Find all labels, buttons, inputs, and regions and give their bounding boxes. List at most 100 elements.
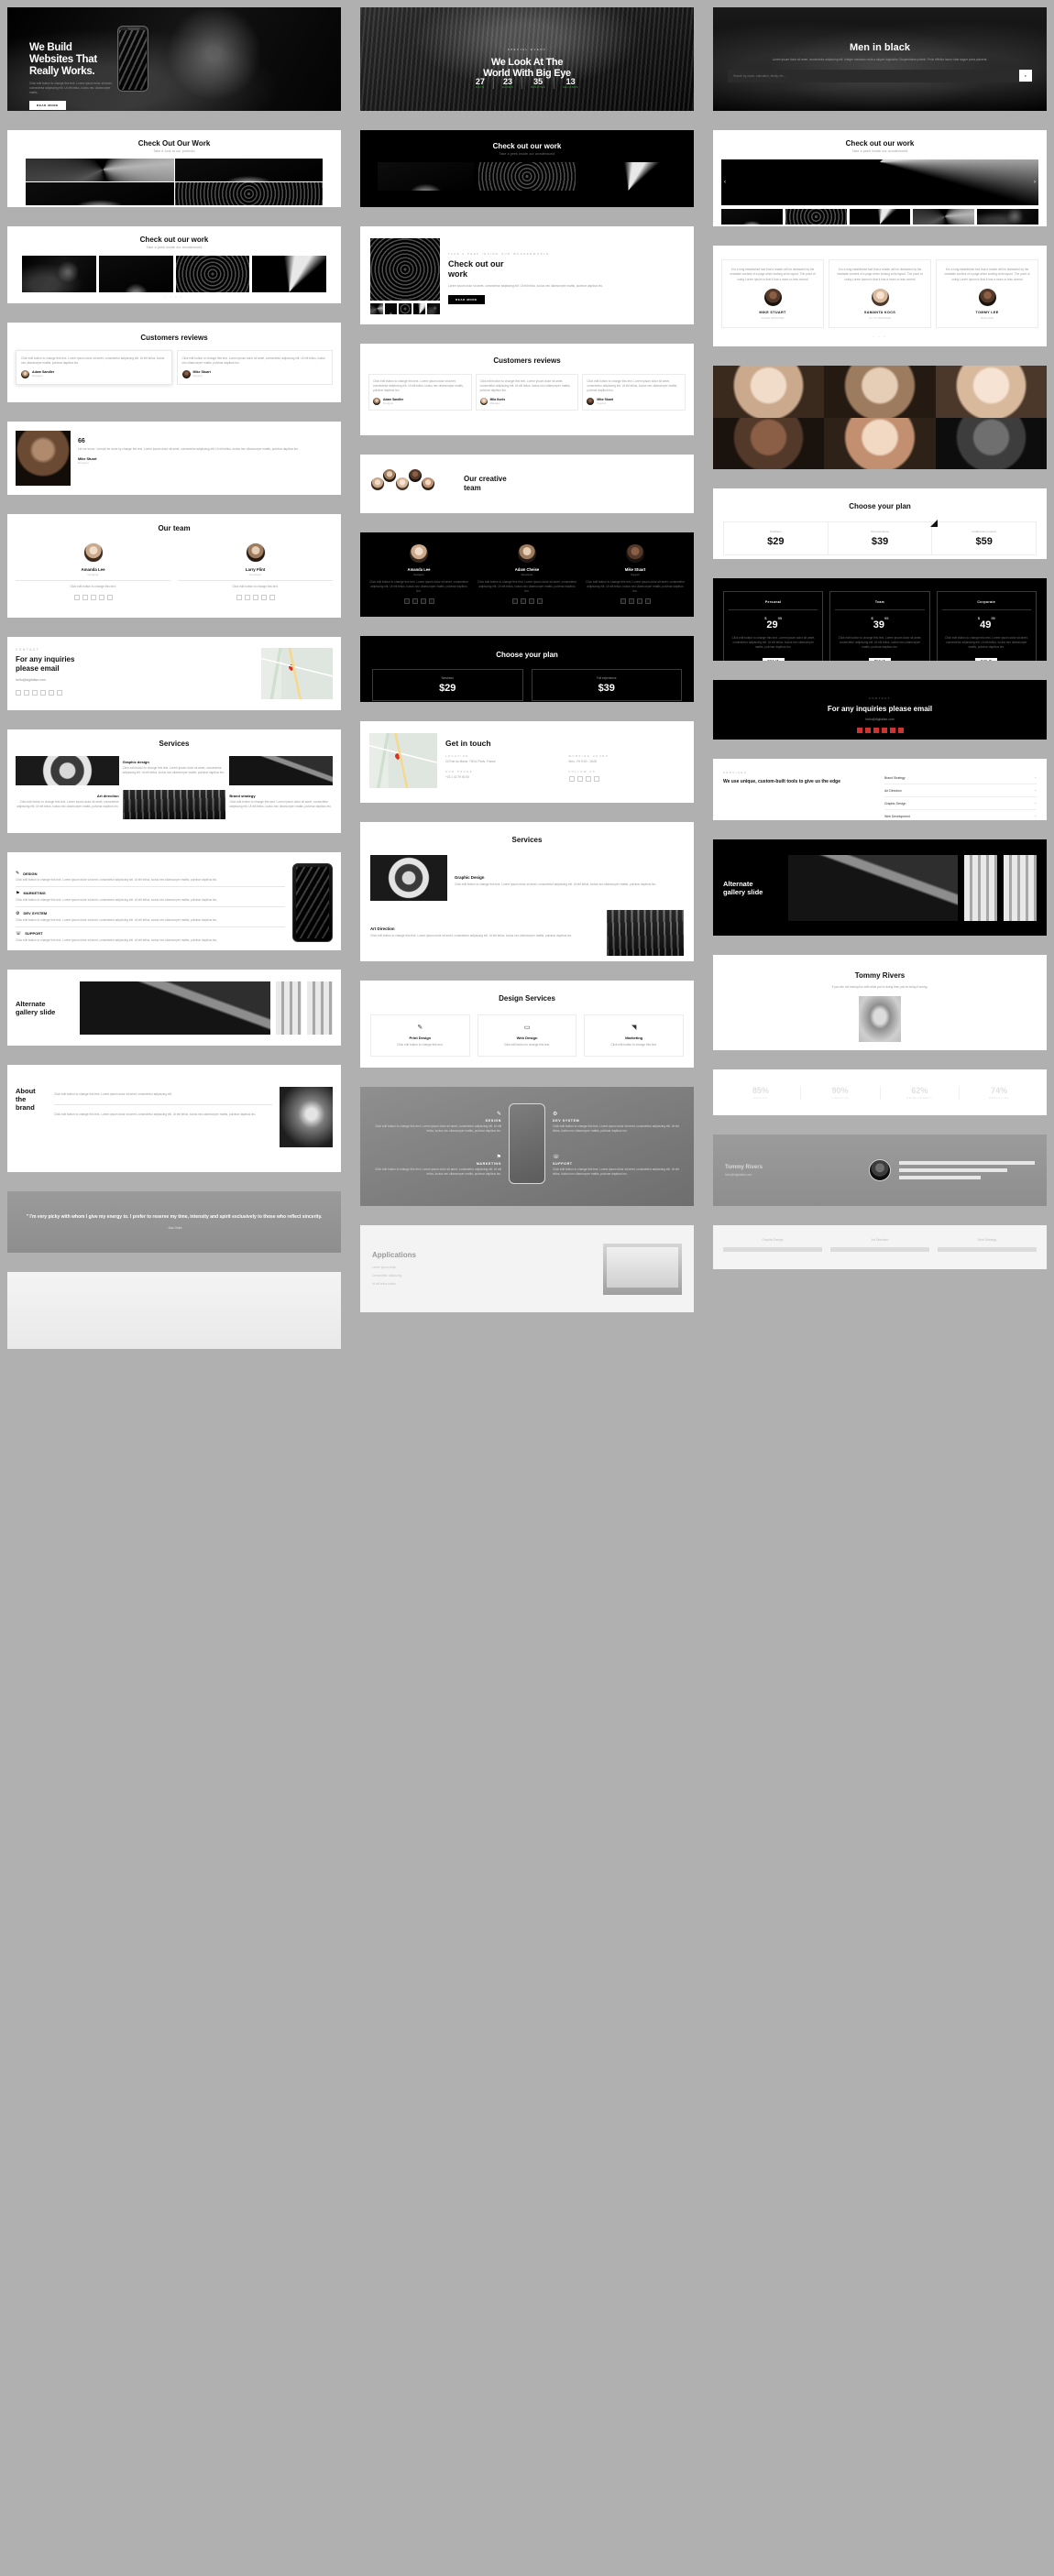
card-faces-grid[interactable] [713, 366, 1047, 469]
facebook-icon[interactable] [568, 775, 575, 782]
card-alternate-gallery-dark[interactable]: Alternate gallery slide [713, 839, 1047, 936]
card-hero-men-in-black[interactable]: Men in black Lorem ipsum dolor sit amet,… [713, 7, 1047, 111]
plan-card[interactable]: Corporate $4995 Click edit button to cha… [936, 591, 1037, 661]
card-accordion[interactable]: SERVICES We use unique, custom-built too… [713, 759, 1047, 820]
card-hero-bigeye[interactable]: SPECIAL EVENT We Look At The World With … [360, 7, 694, 111]
plan-card[interactable]: Personal $2995 Click edit button to chan… [723, 591, 824, 661]
carousel-dots[interactable]: • • • [721, 334, 1038, 338]
social-links[interactable] [568, 775, 686, 782]
linkedin-icon[interactable] [636, 597, 642, 604]
card-profile-quote[interactable]: Tommy Rivers If you are not having fun w… [713, 955, 1047, 1050]
card-get-in-touch[interactable]: Get in touch LOCATION 24 Rue du Maine, 7… [360, 721, 694, 803]
youtube-icon[interactable] [897, 728, 904, 733]
linkedin-icon[interactable] [585, 775, 591, 782]
gallery-image[interactable] [964, 854, 997, 921]
work-tile[interactable] [26, 159, 174, 181]
slider-prev-button[interactable]: ‹ [724, 180, 726, 185]
thumb[interactable] [977, 209, 1038, 225]
thumb[interactable] [427, 303, 440, 314]
plan-card[interactable]: Team $3995 Click edit button to change t… [829, 591, 930, 661]
card-plan-dark[interactable]: Choose your plan Newbees $29 Full experi… [360, 636, 694, 702]
behance-icon[interactable] [644, 597, 651, 604]
work-tile[interactable] [579, 162, 676, 191]
twitter-icon[interactable] [24, 690, 29, 696]
face-tile[interactable] [824, 417, 936, 469]
card-contact-dark[interactable]: CONTACT For any inquiries please email h… [713, 680, 1047, 740]
gallery-image[interactable] [276, 981, 302, 1035]
plus-icon[interactable]: + [1035, 814, 1037, 818]
facebook-icon[interactable] [236, 594, 242, 600]
feature-row[interactable]: ⚙ DEV SYSTEM [16, 911, 285, 916]
read-more-button[interactable]: READ MORE [448, 294, 485, 304]
behance-icon[interactable] [593, 775, 599, 782]
service-image[interactable] [122, 790, 226, 819]
face-tile[interactable] [935, 366, 1047, 418]
work-tile[interactable] [378, 162, 475, 191]
featured-image[interactable] [370, 238, 440, 301]
linkedin-icon[interactable] [420, 597, 426, 604]
face-tile[interactable] [824, 366, 936, 418]
thumb[interactable] [849, 209, 911, 225]
twitter-icon[interactable] [82, 594, 88, 600]
face-tile[interactable] [935, 417, 1047, 469]
accordion-item[interactable]: Web Development + [884, 810, 1037, 820]
accordion-item[interactable]: Graphic Design + [884, 797, 1037, 810]
facebook-icon[interactable] [403, 597, 410, 604]
work-tile[interactable] [252, 256, 326, 292]
instagram-icon[interactable] [49, 690, 54, 696]
thumb[interactable] [370, 303, 383, 314]
behance-icon[interactable] [881, 728, 887, 733]
buy-button[interactable]: BUY IT [868, 657, 892, 661]
plan-card[interactable]: Full experience $39 [828, 520, 939, 555]
card-work-dark[interactable]: Check out our work Take a peek inside ou… [360, 130, 694, 207]
behance-icon[interactable] [40, 690, 46, 696]
feature-row[interactable]: ☏ SUPPORT [16, 931, 285, 937]
read-more-button[interactable]: READ MORE [29, 101, 66, 111]
plus-icon[interactable]: + [1035, 775, 1037, 780]
card-our-team[interactable]: Our team Amanda Lee Designer Click edit … [7, 514, 341, 618]
behance-icon[interactable] [428, 597, 434, 604]
feature-row[interactable]: ⚙ DEV SYSTEM Click edit button to change… [553, 1111, 683, 1134]
accordion-item[interactable]: Art Direction + [884, 784, 1037, 797]
card-services-2[interactable]: Services Graphic Design Click edit butto… [360, 822, 694, 961]
card-quote-banner[interactable]: " I'm very picky with whom I give my ene… [7, 1191, 341, 1253]
card-stats[interactable]: 85% DESIGN 90% CREATIVE 62% DEVELOPMENT … [713, 1069, 1047, 1115]
card-quote-portrait[interactable]: 66 Let me know. I should be done by chan… [7, 422, 341, 495]
social-links[interactable] [16, 690, 255, 696]
feature-row[interactable]: ✎ DESIGN Click edit button to change thi… [371, 1111, 501, 1134]
card-work-grid[interactable]: Check Out Our Work Take a look at our po… [7, 130, 341, 207]
search-icon[interactable]: ⌕ [1018, 70, 1032, 82]
plus-icon[interactable]: + [1035, 801, 1037, 806]
service-card[interactable]: ▭ Web Design Click edit button to change… [477, 1014, 577, 1057]
social-links[interactable] [477, 597, 577, 604]
linkedin-icon[interactable] [873, 728, 879, 733]
buy-button[interactable]: BUY IT [975, 657, 998, 661]
facebook-icon[interactable] [73, 594, 80, 600]
service-image[interactable] [370, 855, 447, 901]
card-work-slider[interactable]: Check out our work Take a peek inside ou… [713, 130, 1047, 226]
map-embed[interactable] [261, 648, 333, 699]
work-tile[interactable] [22, 256, 96, 292]
card-plan-light[interactable]: Choose your plan Newbees $29 Full experi… [713, 488, 1047, 559]
social-links[interactable] [724, 728, 1036, 733]
accordion-item[interactable]: Brand Strategy + [884, 772, 1037, 784]
card-feature-phone-gradient[interactable]: ✎ DESIGN Click edit button to change thi… [360, 1087, 694, 1206]
work-tile[interactable] [26, 182, 174, 205]
card-alternate-gallery[interactable]: Alternate gallery slide [7, 970, 341, 1046]
social-links[interactable] [585, 597, 686, 604]
contact-email[interactable]: hello@digitalise.com [724, 718, 1036, 721]
carousel-dots[interactable]: • • • • [16, 295, 333, 299]
twitter-icon[interactable] [864, 728, 871, 733]
instagram-icon[interactable] [106, 594, 113, 600]
twitter-icon[interactable] [520, 597, 526, 604]
thumb[interactable] [785, 209, 847, 225]
facebook-icon[interactable] [511, 597, 518, 604]
thumb[interactable] [399, 303, 412, 314]
feature-row[interactable]: ⚑ MARKETING Click edit button to change … [371, 1154, 501, 1177]
card-profile-gray[interactable]: Tommy Rivers hello@digitalise.com [713, 1135, 1047, 1206]
social-links[interactable] [16, 594, 170, 600]
card-feature-list-phone[interactable]: ✎ DESIGN Click edit button to change thi… [7, 852, 341, 950]
card-plan-dark-3[interactable]: Personal $2995 Click edit button to chan… [713, 578, 1047, 661]
service-card[interactable]: ✎ Print Design Click edit button to chan… [370, 1014, 470, 1057]
card-contact-map[interactable]: CONTACT For any inquiries please email h… [7, 637, 341, 710]
